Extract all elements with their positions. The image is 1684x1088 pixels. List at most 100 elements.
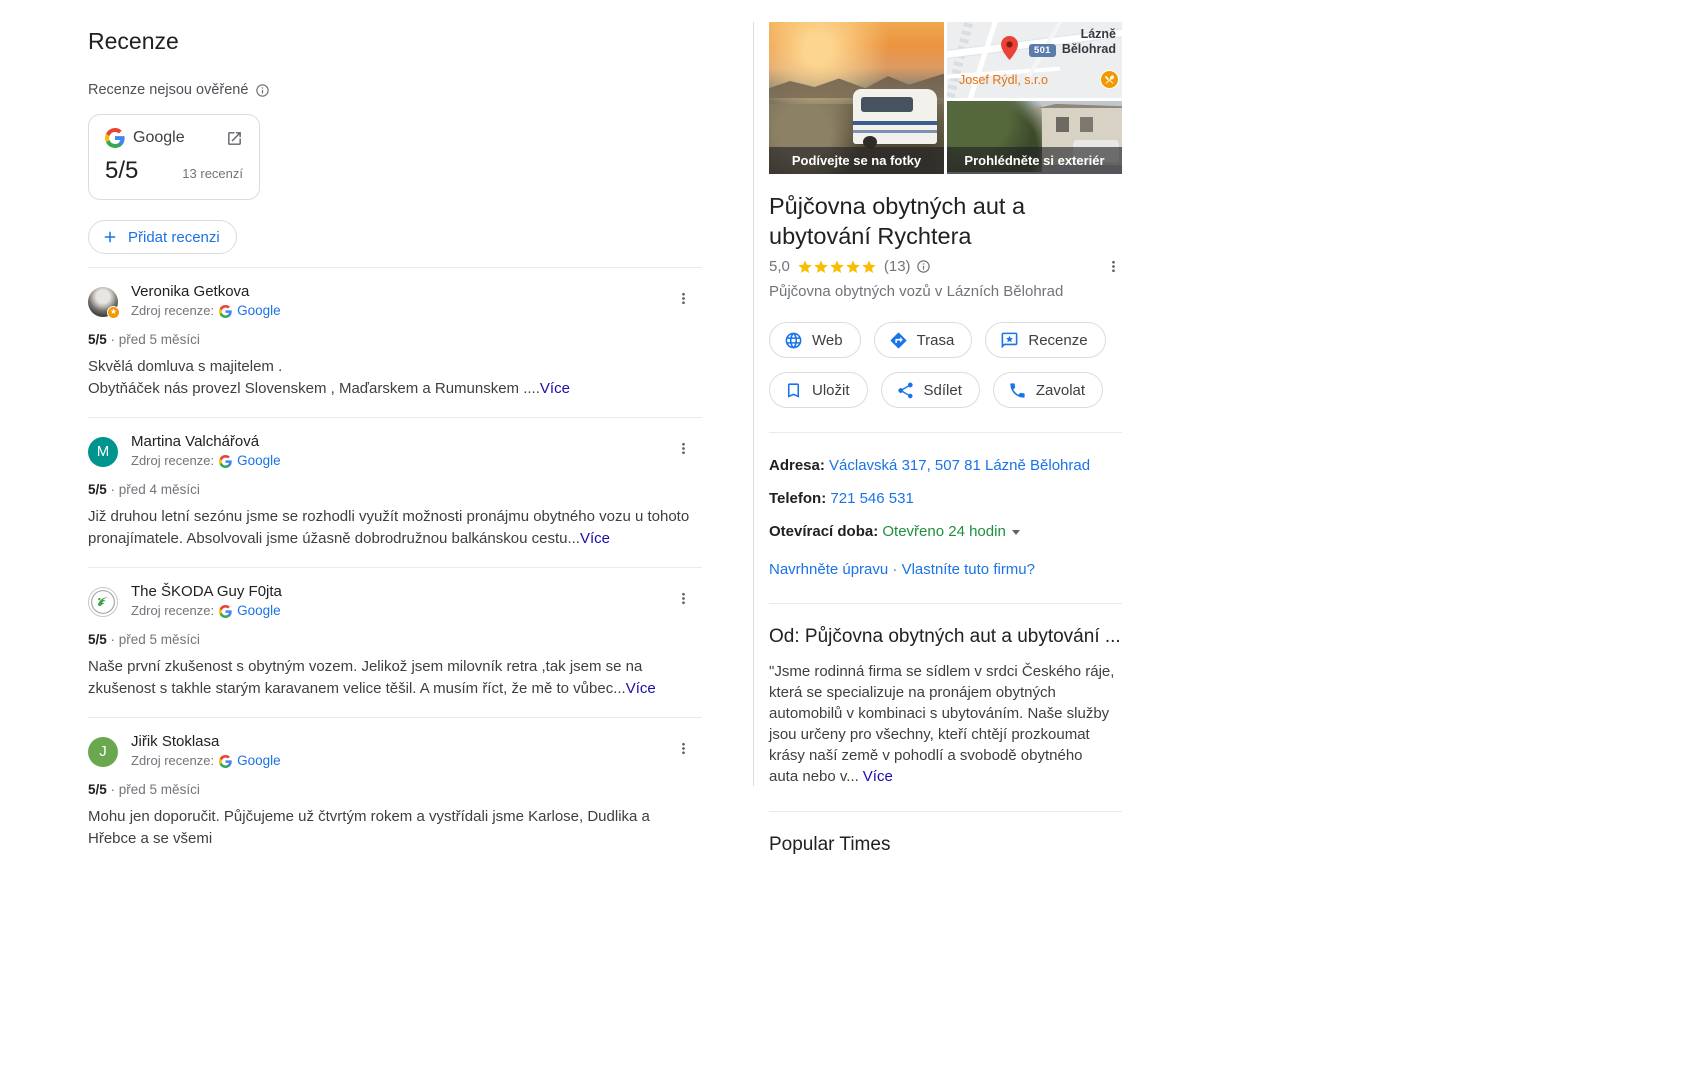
source-label: Zdroj recenze: xyxy=(131,753,215,768)
more-options-icon[interactable] xyxy=(671,436,696,464)
exterior-tile[interactable]: Prohlédněte si exteriér xyxy=(947,101,1122,174)
google-logo-icon xyxy=(219,454,232,468)
review-item: Veronika Getkova Zdroj recenze: Google 5… xyxy=(88,267,702,417)
source-label: Zdroj recenze: xyxy=(131,603,215,618)
reviews-button[interactable]: Recenze xyxy=(985,322,1106,358)
avatar[interactable]: J xyxy=(88,736,118,767)
restaurant-poi-icon xyxy=(1100,70,1119,89)
add-review-label: Přidat recenzi xyxy=(128,228,220,246)
source-label: Zdroj recenze: xyxy=(131,453,215,468)
map-poi-label: Josef Rýdl, s.r.o xyxy=(959,73,1048,87)
column-divider xyxy=(753,22,754,786)
more-options-icon[interactable] xyxy=(1101,254,1126,282)
business-details: Adresa: Václavská 317, 507 81 Lázně Bělo… xyxy=(769,456,1122,579)
avatar[interactable] xyxy=(88,586,118,617)
review-meta: 5/5před 4 měsíci xyxy=(88,482,702,497)
share-icon xyxy=(896,381,915,400)
see-photos-caption[interactable]: Podívejte se na fotky xyxy=(769,147,944,174)
address-link[interactable]: Václavská 317, 507 81 Lázně Bělohrad xyxy=(829,457,1090,474)
map-town-label: Lázně Bělohrad xyxy=(1061,27,1116,56)
divider xyxy=(769,432,1122,433)
hours-label: Otevírací doba: xyxy=(769,523,879,540)
source-link[interactable]: Google xyxy=(237,302,281,320)
plus-icon xyxy=(101,228,119,246)
review-text: Naše první zkušenost s obytným vozem. Je… xyxy=(88,658,656,697)
more-options-icon[interactable] xyxy=(671,286,696,314)
business-title: Půjčovna obytných aut a ubytování Rychte… xyxy=(769,193,1026,249)
phone-label: Telefon: xyxy=(769,490,827,507)
review-text: Skvělá domluva s majitelem . Obytňáček ná… xyxy=(88,358,570,397)
save-button[interactable]: Uložit xyxy=(769,372,868,408)
bookmark-icon xyxy=(784,381,803,400)
google-logo-icon xyxy=(219,304,232,318)
rating-score: 5,0 xyxy=(769,258,790,275)
add-review-button[interactable]: Přidat recenzi xyxy=(88,220,237,254)
review-text: Již druhou letní sezónu jsme se rozhodli… xyxy=(88,508,690,547)
more-link[interactable]: Více xyxy=(863,768,893,785)
camper-van-image xyxy=(853,88,937,148)
reviewer-name[interactable]: Martina Valchářová xyxy=(131,433,281,451)
directions-button[interactable]: Trasa xyxy=(873,322,973,358)
review-item: M Martina Valchářová Zdroj recenze: Goog… xyxy=(88,417,702,567)
photos-tile[interactable]: Podívejte se na fotky xyxy=(769,22,944,174)
review-item: The ŠKODA Guy F0jta Zdroj recenze: Googl… xyxy=(88,567,702,717)
popular-times-heading: Popular Times xyxy=(769,834,891,855)
google-logo-icon xyxy=(105,128,125,148)
review-count: 13 recenzí xyxy=(182,166,243,181)
source-link[interactable]: Google xyxy=(237,602,281,620)
more-options-icon[interactable] xyxy=(671,736,696,764)
avatar[interactable] xyxy=(88,286,120,319)
about-heading: Od: Půjčovna obytných aut a ubytování ..… xyxy=(769,626,1121,647)
phone-link[interactable]: 721 546 531 xyxy=(830,490,913,507)
more-options-icon[interactable] xyxy=(671,586,696,614)
info-icon[interactable] xyxy=(255,83,270,98)
review-meta: 5/5před 5 měsíci xyxy=(88,632,702,647)
business-subtitle: Půjčovna obytných vozů v Lázních Bělohra… xyxy=(769,283,1064,300)
chevron-down-icon[interactable] xyxy=(1011,529,1020,535)
star-rating-icons[interactable] xyxy=(797,259,877,275)
local-guide-badge-icon xyxy=(107,305,120,319)
globe-icon xyxy=(784,331,803,350)
about-text: "Jsme rodinná firma se sídlem v srdci Če… xyxy=(769,663,1115,785)
directions-icon xyxy=(889,331,908,350)
page: Recenze Recenze nejsou ověřené Google 5/… xyxy=(0,0,1684,1088)
review-icon xyxy=(1000,331,1019,350)
reviewer-name[interactable]: Jiřik Stoklasa xyxy=(131,733,281,751)
rating-row: 5,0 (13) xyxy=(769,258,1122,275)
rating-count: (13) xyxy=(883,258,911,275)
see-exterior-caption[interactable]: Prohlédněte si exteriér xyxy=(947,147,1122,174)
source-provider-label: Google xyxy=(133,129,185,146)
more-link[interactable]: Více xyxy=(540,380,570,397)
share-button[interactable]: Sdílet xyxy=(880,372,980,408)
review-meta: 5/5před 5 měsíci xyxy=(88,332,702,347)
phone-icon xyxy=(1008,381,1027,400)
address-label: Adresa: xyxy=(769,457,825,474)
map-tile[interactable]: 501 Lázně Bělohrad Josef Rýdl, s.r.o xyxy=(947,22,1122,98)
photo-strip: Podívejte se na fotky 501 Lázně Bělohrad… xyxy=(769,22,1122,174)
suggest-edit-link[interactable]: Navrhněte úpravu xyxy=(769,561,888,578)
page-title: Recenze xyxy=(88,28,179,54)
call-button[interactable]: Zavolat xyxy=(992,372,1104,408)
google-rating-card[interactable]: Google 5/5 13 recenzí xyxy=(88,114,260,200)
verify-note-row: Recenze nejsou ověřené xyxy=(88,82,702,98)
verify-note: Recenze nejsou ověřené xyxy=(88,82,249,98)
reviewer-name[interactable]: Veronika Getkova xyxy=(131,283,281,301)
google-logo-icon xyxy=(219,604,232,618)
source-link[interactable]: Google xyxy=(237,752,281,770)
review-item: J Jiřik Stoklasa Zdroj recenze: Google 5… xyxy=(88,717,702,867)
review-meta: 5/5před 5 měsíci xyxy=(88,782,702,797)
hours-status[interactable]: Otevřeno 24 hodin xyxy=(882,523,1005,540)
reviews-section: Recenze Recenze nejsou ověřené Google 5/… xyxy=(88,0,702,867)
divider xyxy=(769,603,1122,604)
claim-business-link[interactable]: Vlastníte tuto firmu? xyxy=(902,561,1035,578)
more-link[interactable]: Více xyxy=(580,530,610,547)
avatar[interactable]: M xyxy=(88,436,118,467)
reviewer-name[interactable]: The ŠKODA Guy F0jta xyxy=(131,583,282,601)
more-link[interactable]: Více xyxy=(626,680,656,697)
web-button[interactable]: Web xyxy=(769,322,861,358)
external-link-icon[interactable] xyxy=(226,130,243,147)
review-text: Mohu jen doporučit. Půjčujeme už čtvrtým… xyxy=(88,808,650,847)
source-link[interactable]: Google xyxy=(237,452,281,470)
review-list: Veronika Getkova Zdroj recenze: Google 5… xyxy=(88,267,702,867)
info-icon[interactable] xyxy=(916,259,931,274)
